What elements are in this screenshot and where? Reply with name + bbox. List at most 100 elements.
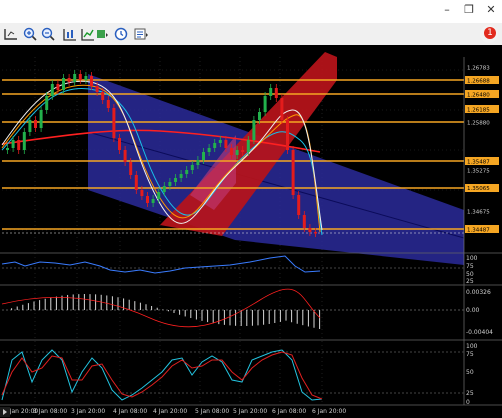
time-axis-label: 6 Jan 08:00 [272, 408, 306, 415]
notification-area[interactable]: 1 [480, 25, 498, 43]
oscillator-3-panel[interactable] [1, 349, 464, 401]
candle-body [252, 120, 256, 140]
indicators-icon[interactable] [94, 26, 110, 42]
sub-axis-labels: 100 75 50 25 0.00326 0.00 -0.00404 100 7… [466, 255, 493, 406]
candle-body [123, 150, 127, 162]
candle-body [151, 199, 155, 203]
candle-body [280, 98, 284, 120]
candle-body [146, 196, 149, 203]
osc1-axis-label: 50 [466, 271, 474, 278]
candle-body [140, 190, 144, 196]
candle-body [62, 78, 65, 90]
osc3-axis-label: 50 [466, 369, 474, 376]
candle-body [274, 88, 278, 98]
candle-body [241, 150, 245, 152]
time-axis-label: 5 Jan 08:00 [195, 408, 229, 415]
candle-body [235, 150, 239, 155]
candle-body [6, 148, 9, 150]
candle-body [95, 86, 99, 92]
candle-body [213, 143, 217, 148]
candle-body [101, 92, 105, 100]
osc3-axis-label: 75 [466, 351, 474, 358]
osc2-axis-label: 0.00326 [466, 289, 491, 296]
candle-body [168, 182, 172, 186]
scroll-right-icon[interactable] [0, 407, 10, 417]
time-axis-label: 4 Jan 20:00 [153, 408, 187, 415]
osc1-axis-label: 100 [466, 255, 478, 262]
time-axis-label: 3 Jan 08:00 [33, 408, 67, 415]
candle-body [185, 170, 189, 174]
templates-icon[interactable] [133, 26, 149, 42]
candle-body [179, 174, 183, 178]
candle-body [174, 178, 177, 182]
price-axis-label: 1.26480 [467, 93, 490, 99]
candle-body [34, 120, 37, 128]
candle-body [196, 160, 200, 165]
candle-body [84, 76, 88, 80]
candle-body [308, 228, 312, 232]
price-axis-label: 1.26783 [467, 66, 490, 72]
candle-body [302, 215, 306, 228]
candle-body [134, 175, 138, 190]
candle-body [39, 110, 43, 128]
candle-body [269, 88, 273, 96]
price-axis-label: 1.25880 [467, 121, 490, 127]
candle-body [112, 108, 116, 138]
price-axis-label: 1.34675 [467, 210, 490, 216]
candle-body [90, 76, 93, 86]
candle-body [207, 148, 211, 152]
minimize-icon[interactable]: – [440, 3, 454, 17]
candle-body [162, 186, 166, 192]
candle-body [67, 78, 71, 82]
chart-window[interactable]: 1.26783 1.26688 1.26480 1.26185 1.25880 1.354… [0, 45, 502, 418]
osc2-axis-label: -0.00404 [466, 329, 493, 336]
price-axis-label: 1.35487 [467, 160, 490, 166]
candle-body [202, 152, 205, 160]
oscillator-1-line [1, 255, 321, 274]
candle-body [106, 100, 110, 108]
candle-body [246, 140, 250, 152]
osc2-axis-label: 0.00 [466, 307, 480, 314]
candle-body [297, 195, 301, 215]
notification-badge: 1 [484, 27, 496, 39]
candle-body [157, 192, 161, 199]
oscillator-2-panel[interactable] [1, 288, 464, 329]
zoom-out-icon[interactable] [40, 26, 56, 42]
price-axis-label: 1.35275 [467, 169, 490, 175]
oscillator-1-panel[interactable] [1, 255, 464, 274]
osc3-axis-label: 100 [466, 343, 478, 350]
chart-grid-icon[interactable] [62, 26, 78, 42]
candle-body [78, 74, 82, 80]
candle-body [28, 120, 32, 132]
price-axis-label: 1.26688 [467, 79, 490, 85]
osc1-axis-label: 25 [466, 278, 474, 285]
candle-body [263, 96, 267, 112]
stochastic-signal-line [1, 351, 323, 400]
time-axis-label: 4 Jan 08:00 [113, 408, 147, 415]
close-icon[interactable]: ✕ [484, 3, 498, 17]
restore-icon[interactable]: ❐ [462, 3, 476, 17]
time-axis-label: 3 Jan 20:00 [71, 408, 105, 415]
chart-toolbar: 1 [0, 23, 502, 46]
chart-tools-icon[interactable] [3, 26, 19, 42]
candle-body [56, 84, 60, 90]
histogram-signal-line [1, 288, 321, 328]
time-axis: 2 Jan 20:003 Jan 08:00 3 Jan 20:00 4 Jan 0… [4, 408, 346, 415]
chart-canvas: 1.26783 1.26688 1.26480 1.26185 1.25880 1.354… [0, 52, 502, 415]
candle-body [224, 140, 228, 148]
price-axis-label: 1.35065 [467, 186, 490, 192]
time-axis-label: 5 Jan 20:00 [233, 408, 267, 415]
candle-body [190, 165, 194, 170]
price-axis-label: 1.26185 [467, 108, 490, 114]
price-axis [464, 57, 502, 252]
osc3-axis-label: 0 [466, 399, 470, 406]
candle-body [45, 96, 49, 110]
period-icon[interactable] [113, 26, 129, 42]
candle-body [118, 138, 121, 150]
candle-body [129, 162, 133, 175]
time-axis-label: 6 Jan 20:00 [312, 408, 346, 415]
zoom-in-icon[interactable] [22, 26, 38, 42]
candle-body [291, 150, 295, 195]
osc1-axis-label: 75 [466, 263, 474, 270]
window-titlebar: – ❐ ✕ [0, 0, 502, 23]
